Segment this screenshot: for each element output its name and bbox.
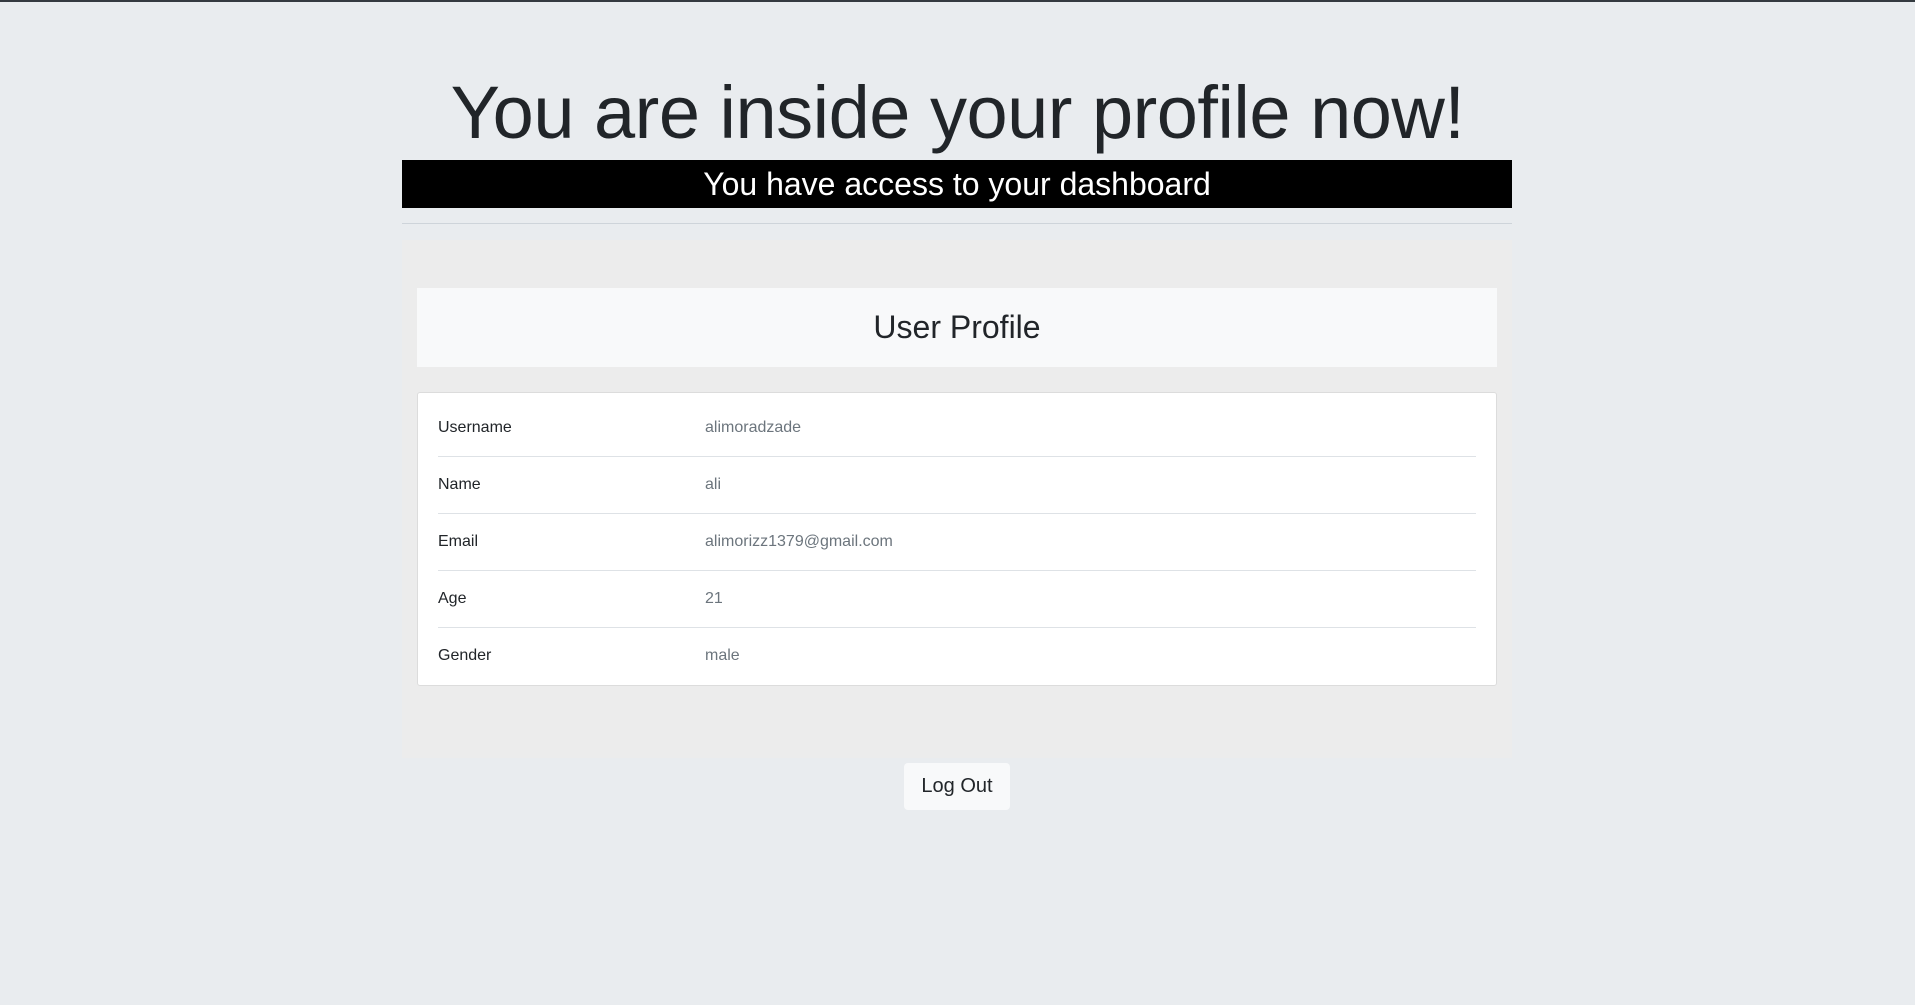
field-label: Email (438, 532, 479, 550)
field-value: alimoradzade (705, 418, 802, 436)
profile-header: User Profile (417, 288, 1497, 367)
field-value: 21 (705, 589, 723, 607)
field-label: Name (438, 475, 481, 493)
profile-row-age: Age 21 (438, 570, 1476, 628)
profile-panel: User Profile Username alimoradzade Name … (402, 240, 1512, 758)
section-divider (402, 223, 1512, 224)
profile-row-email: Email alimorizz1379@gmail.com (438, 513, 1476, 571)
field-value: male (705, 646, 740, 664)
page-title: You are inside your profile now! (450, 71, 1465, 154)
logout-button[interactable]: Log Out (904, 763, 1010, 810)
profile-row-gender: Gender male (438, 627, 1476, 684)
profile-row-name: Name ali (438, 456, 1476, 514)
field-value: alimorizz1379@gmail.com (705, 532, 893, 550)
field-value: ali (705, 475, 722, 493)
top-border-line (0, 0, 1915, 2)
field-label: Username (438, 418, 512, 436)
dashboard-banner: You have access to your dashboard (402, 160, 1512, 208)
profile-row-username: Username alimoradzade (438, 399, 1476, 457)
field-label: Age (438, 589, 467, 607)
profile-info-card: Username alimoradzade Name ali Email ali… (417, 392, 1497, 686)
field-label: Gender (438, 646, 492, 664)
